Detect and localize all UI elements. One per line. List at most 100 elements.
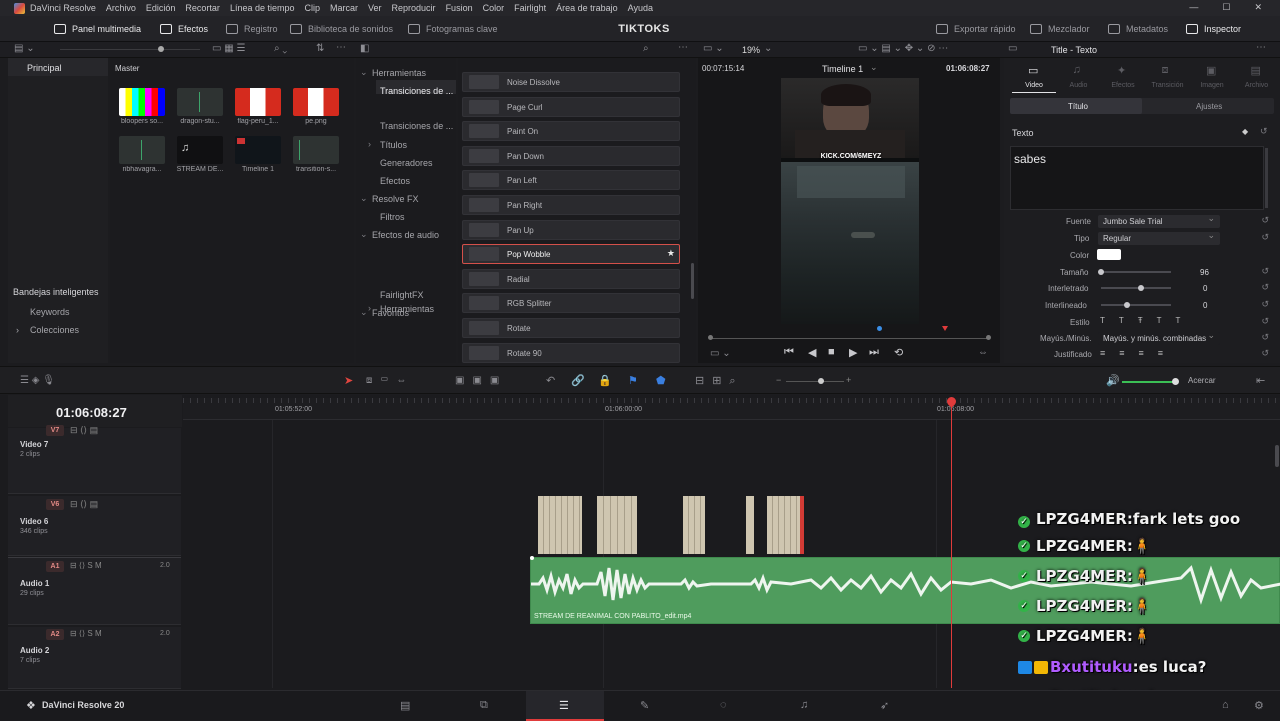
loop-icon[interactable]: ⟲ [894, 346, 903, 359]
timeline-ruler[interactable]: 01:05:52:00 01:06:00:00 01:06:08:00 [183, 398, 1280, 420]
effects-category[interactable]: Transiciones de ... [380, 86, 453, 96]
clip-thumb-ribhavagra[interactable] [119, 136, 165, 164]
effects-category[interactable]: Generadores [380, 158, 433, 168]
volume-icon[interactable]: 🔊 [1106, 374, 1120, 387]
line-spacing-value[interactable]: 0 [1203, 301, 1207, 310]
clip-thumb-pe[interactable] [293, 88, 339, 116]
skip-forward-icon[interactable]: ⏭ [869, 346, 879, 359]
title-clip-selected[interactable] [800, 496, 804, 554]
effect-item[interactable]: Rotate [462, 318, 680, 338]
settings-icon[interactable]: ⚙ [1254, 699, 1264, 712]
close-icon[interactable]: ✕ [1254, 2, 1262, 13]
effects-category[interactable]: FairlightFX [380, 290, 424, 300]
effects-search-icon[interactable]: ⌕ [643, 43, 649, 54]
more-options-icon[interactable]: ⋯ [336, 42, 346, 53]
inspector-tab-imagen[interactable]: Imagen [1190, 82, 1234, 89]
effects-category[interactable]: Transiciones de ... [380, 121, 453, 131]
linked-selection-icon[interactable]: 🔗 [571, 374, 585, 387]
track-controls-icons[interactable]: ⊟ ⟨⟩ ▤ [70, 499, 98, 510]
favorite-star-icon[interactable]: ★ [667, 248, 675, 259]
menu-workspace[interactable]: Área de trabajo [556, 3, 618, 13]
effects-category[interactable]: Herramientas [372, 68, 426, 78]
case-dropdown[interactable]: Mayús. y minús. combinadas [1098, 329, 1220, 345]
track-id-badge[interactable]: V6 [46, 499, 64, 510]
line-spacing-slider[interactable] [1101, 304, 1171, 306]
deliver-page-icon[interactable]: ➶ [880, 699, 889, 712]
effect-item[interactable]: Pan Right [462, 195, 680, 215]
reset-justify-icon[interactable]: ↺ [1261, 348, 1269, 359]
clip-thumb-bloopers[interactable] [119, 88, 165, 116]
effects-category[interactable]: Filtros [380, 212, 405, 222]
inspector-tab-archivo[interactable]: Archivo [1235, 82, 1279, 89]
line-spacing-slider-knob[interactable] [1124, 302, 1130, 308]
tracking-value[interactable]: 0 [1203, 284, 1207, 293]
menu-trim[interactable]: Recortar [185, 3, 220, 13]
quick-export-button[interactable]: Exportar rápido [936, 16, 1016, 42]
viewer-options-icon[interactable]: ▭ ⌄ [710, 348, 731, 359]
collections-expand-icon[interactable]: › [16, 325, 19, 335]
clip-thumb-flag-peru[interactable] [235, 88, 281, 116]
minimize-icon[interactable]: — [1189, 2, 1198, 13]
menu-fusion[interactable]: Fusion [446, 3, 473, 13]
zoom-out-icon[interactable]: − [776, 375, 781, 385]
menu-edit[interactable]: Edición [146, 3, 176, 13]
timeline-selector[interactable]: Timeline 1 [822, 64, 863, 74]
inspector-button[interactable]: Inspector [1186, 16, 1241, 42]
timeline-more-icon[interactable]: ⇤ [1256, 374, 1265, 387]
effect-item[interactable]: Paint On [462, 121, 680, 142]
menu-mark[interactable]: Marcar [330, 3, 358, 13]
menu-clip[interactable]: Clip [304, 3, 320, 13]
timeline-view-options-icon[interactable]: ☰ ◈ 🎙 [20, 375, 55, 386]
marker-icon[interactable]: ⬟ [656, 374, 666, 387]
zoom-in-icon[interactable]: + [846, 375, 851, 385]
category-expand-icon[interactable]: ⌄ [360, 193, 368, 204]
zoom-dropdown-icon[interactable]: ⌄ [764, 43, 772, 54]
size-slider[interactable] [1101, 271, 1171, 273]
scrubber-playhead[interactable] [942, 326, 948, 331]
timeline-zoom-knob[interactable] [818, 378, 824, 384]
menu-timeline[interactable]: Línea de tiempo [230, 3, 295, 13]
zoom-label[interactable]: Acercar [1188, 376, 1216, 385]
menu-color[interactable]: Color [483, 3, 505, 13]
insert-overwrite-icons[interactable]: ▣▣▣ [455, 375, 507, 386]
timeline-selector-arrow-icon[interactable]: ⌄ [870, 62, 878, 73]
color-page-icon[interactable]: ◌ [720, 699, 727, 711]
title-clip[interactable] [746, 496, 754, 554]
stop-icon[interactable]: ■ [828, 346, 835, 358]
category-expand-icon[interactable]: › [368, 139, 371, 149]
timeline-vscroll[interactable] [1275, 445, 1279, 467]
inspector-layout-icon[interactable]: ▭ [1008, 43, 1017, 54]
color-swatch[interactable] [1097, 249, 1121, 260]
position-lock-icon[interactable]: 🔒 [598, 374, 612, 387]
sort-icon[interactable]: ⇅ [316, 43, 324, 54]
maximize-icon[interactable]: ☐ [1222, 2, 1230, 13]
effects-category[interactable]: Efectos [380, 176, 410, 186]
viewer-tools-icons[interactable]: ▭ ⌄ ▤ ⌄ ✥ ⌄ ⊘ ⋯ [858, 43, 948, 54]
edit-tools-icons[interactable]: ⧈▭⇔ [366, 375, 414, 386]
fusion-page-icon[interactable]: ✎ [640, 699, 649, 712]
reset-style-icon[interactable]: ↺ [1261, 316, 1269, 327]
timeline-timecode[interactable]: 01:06:08:27 [56, 405, 127, 420]
size-value[interactable]: 96 [1200, 268, 1209, 277]
subtab-settings[interactable]: Ajustes [1196, 102, 1222, 111]
menu-playback[interactable]: Reproducir [392, 3, 436, 13]
track-controls-icons[interactable]: ⊟ ⟨⟩ ▤ [70, 425, 98, 436]
viewer-layout-icon[interactable]: ▭ ⌄ [703, 43, 724, 54]
panel-toggle-icon[interactable]: ◧ [360, 43, 369, 54]
mixer-button[interactable]: Mezclador [1030, 16, 1090, 42]
category-expand-icon[interactable]: › [368, 303, 371, 313]
collections-bin[interactable]: Colecciones [30, 325, 79, 335]
effect-item[interactable]: Page Curl [462, 96, 680, 117]
scrubber-bar[interactable] [710, 338, 988, 339]
skip-back-icon[interactable]: ⏮ [784, 346, 794, 359]
snapping-icon[interactable]: ↶ [546, 374, 555, 387]
media-page-icon[interactable]: ▤ [400, 699, 410, 712]
home-icon[interactable]: ⌂ [1222, 699, 1229, 711]
category-expand-icon[interactable]: ⌄ [360, 67, 368, 78]
track-id-badge[interactable]: V7 [46, 425, 64, 436]
clip-thumb-timeline[interactable] [235, 136, 281, 164]
clip-thumb-transition[interactable] [293, 136, 339, 164]
track-controls-icons[interactable]: ⊟ ⟨⟩ S M [70, 629, 102, 638]
clip-thumb-stream[interactable]: ♫ [177, 136, 223, 164]
justify-buttons-icon[interactable]: ≡≡≡≡ [1100, 348, 1177, 358]
